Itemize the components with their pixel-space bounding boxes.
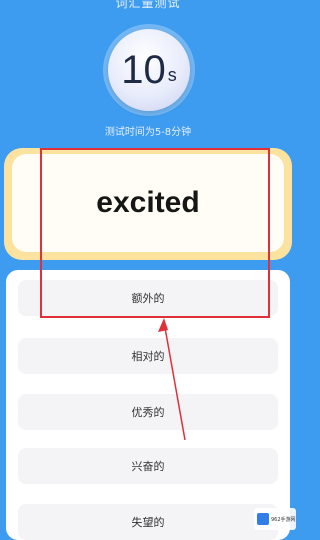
annotation-arrow-icon (158, 318, 186, 441)
watermark: 962手游网 (254, 508, 296, 530)
watermark-logo-icon (257, 513, 269, 525)
watermark-text: 962手游网 (271, 516, 296, 523)
